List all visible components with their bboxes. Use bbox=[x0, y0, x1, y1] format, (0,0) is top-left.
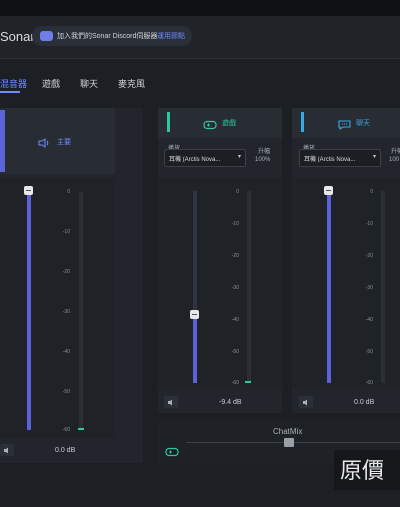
game-scale-label: -10 bbox=[231, 221, 239, 227]
game-gain-label: 升幅 bbox=[258, 149, 271, 155]
game-output-device: 耳機 (Arctis Nova... bbox=[169, 157, 221, 163]
master-mute-button[interactable] bbox=[0, 444, 14, 456]
game-output-dropdown[interactable]: 耳機 (Arctis Nova... ▾ bbox=[164, 149, 246, 167]
discord-banner-text: 加入我們的Sonar Discord伺服器 bbox=[57, 33, 158, 40]
master-fader-area bbox=[0, 178, 115, 438]
chat-scale-label: -20 bbox=[365, 253, 373, 259]
speaker-icon bbox=[303, 399, 307, 405]
master-scale-label: -60 bbox=[62, 427, 70, 433]
chatmix-slider-handle[interactable] bbox=[284, 438, 294, 447]
master-scale-label: 0 bbox=[67, 189, 70, 195]
master-meter-peak bbox=[78, 428, 84, 430]
speaker-icon bbox=[168, 399, 172, 405]
game-scale-label: -20 bbox=[231, 253, 239, 259]
chatmix-label: ChatMix bbox=[273, 427, 303, 436]
game-scale-label: -60 bbox=[231, 380, 239, 386]
chat-label: 聊天 bbox=[356, 120, 370, 127]
chat-bubble-icon bbox=[338, 117, 351, 135]
game-fader-area bbox=[158, 178, 282, 388]
game-gain-value: 100% bbox=[255, 157, 271, 163]
tab-chat[interactable]: 聊天 bbox=[80, 77, 98, 90]
game-mute-button[interactable] bbox=[164, 396, 178, 408]
game-panel-header bbox=[158, 108, 282, 138]
tab-game[interactable]: 遊戲 bbox=[42, 77, 60, 90]
active-tab-indicator bbox=[0, 91, 20, 93]
game-db-value: -9.4 dB bbox=[219, 399, 242, 406]
discord-join-link[interactable]: 運用節點 bbox=[157, 31, 185, 41]
game-label: 遊戲 bbox=[222, 120, 236, 127]
watermark-text: 原價 bbox=[340, 459, 385, 484]
master-accent-bar bbox=[0, 110, 5, 172]
master-label: 主要 bbox=[57, 139, 71, 146]
speaker-icon bbox=[38, 135, 50, 153]
chevron-down-icon: ▾ bbox=[237, 154, 241, 160]
chat-scale-label: -50 bbox=[365, 349, 373, 355]
chat-gain-label: 升幅 bbox=[391, 149, 400, 155]
chat-db-value: 0.0 dB bbox=[354, 399, 375, 406]
chat-mute-button[interactable] bbox=[299, 396, 313, 408]
master-scale-label: -50 bbox=[62, 389, 70, 395]
speaker-icon bbox=[4, 447, 8, 453]
chat-level-meter bbox=[381, 191, 385, 383]
game-scale-label: -30 bbox=[231, 285, 239, 291]
game-accent-bar bbox=[167, 112, 170, 132]
chat-fader-handle[interactable] bbox=[324, 186, 333, 195]
master-scale-label: -40 bbox=[62, 349, 70, 355]
game-scale-label: 0 bbox=[236, 189, 239, 195]
discord-icon bbox=[40, 31, 53, 41]
game-fader-fill bbox=[193, 316, 197, 383]
game-meter-peak bbox=[245, 381, 251, 383]
app-title: Sonar bbox=[0, 29, 35, 44]
master-level-meter bbox=[79, 192, 83, 430]
chat-fader-fill bbox=[327, 191, 331, 383]
chat-scale-label: -30 bbox=[365, 285, 373, 291]
game-scale-label: -40 bbox=[231, 317, 239, 323]
master-scale-label: -10 bbox=[62, 229, 70, 235]
master-fader-fill bbox=[27, 192, 31, 430]
master-db-value: 0.0 dB bbox=[55, 447, 76, 454]
chat-scale-label: -40 bbox=[365, 317, 373, 323]
game-scale-label: -50 bbox=[231, 349, 239, 355]
tab-mic[interactable]: 麥克風 bbox=[118, 77, 145, 90]
chat-scale-label: 0 bbox=[370, 189, 373, 195]
gamepad-icon bbox=[203, 117, 217, 135]
master-scale-label: -20 bbox=[62, 269, 70, 275]
chat-output-device: 耳機 (Arctis Nova... bbox=[304, 157, 356, 163]
tab-mixer[interactable]: 混音器 bbox=[0, 77, 27, 90]
chat-output-dropdown[interactable]: 耳機 (Arctis Nova... ▾ bbox=[299, 149, 381, 167]
chat-scale-label: -10 bbox=[365, 221, 373, 227]
chat-accent-bar bbox=[301, 112, 304, 132]
game-fader-handle[interactable] bbox=[190, 310, 199, 319]
chat-scale-label: -60 bbox=[365, 380, 373, 386]
gamepad-icon bbox=[165, 444, 179, 462]
master-fader-handle[interactable] bbox=[24, 186, 33, 195]
chevron-down-icon: ▾ bbox=[372, 154, 376, 160]
master-scale-label: -30 bbox=[62, 309, 70, 315]
game-level-meter bbox=[247, 191, 251, 383]
chat-gain-value: 100 bbox=[389, 157, 400, 163]
window-top-bar bbox=[0, 0, 400, 16]
